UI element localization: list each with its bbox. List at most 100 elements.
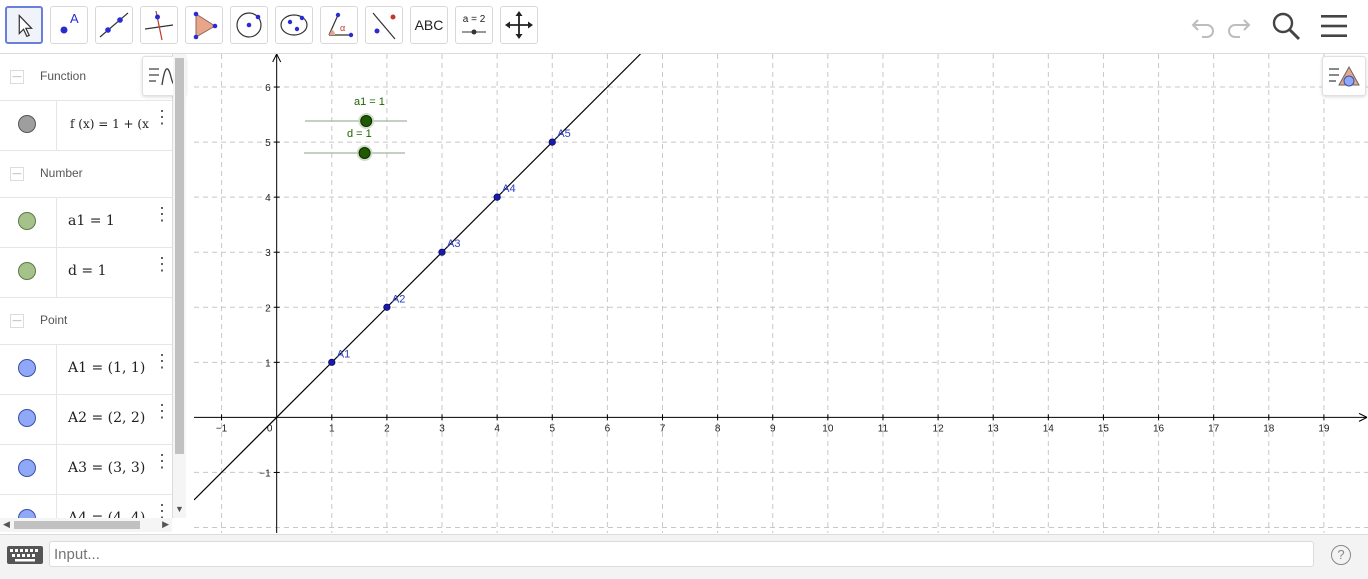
undo-button[interactable]: [1186, 6, 1220, 46]
text-icon: ABC: [414, 17, 444, 33]
hamburger-menu-icon: [1321, 15, 1347, 37]
x-tick-label: 8: [715, 423, 721, 434]
perpendicular-line-tool[interactable]: [140, 6, 178, 44]
algebra-horizontal-scrollbar[interactable]: ◀ ▶: [0, 518, 172, 532]
algebra-expression[interactable]: A1 = (1, 1): [68, 360, 145, 376]
collapse-icon[interactable]: —: [10, 314, 24, 328]
point-a1[interactable]: [328, 358, 336, 366]
marble-cell: [0, 495, 57, 518]
algebra-expression[interactable]: A2 = (2, 2): [68, 410, 145, 426]
category-number[interactable]: — Number: [0, 151, 172, 198]
slider-label: a1 = 1: [354, 96, 385, 108]
marble-cell: [0, 198, 57, 247]
redo-icon: [1228, 19, 1251, 38]
point-a4[interactable]: [493, 193, 501, 201]
algebra-expression[interactable]: a1 = 1: [68, 213, 115, 229]
more-options-icon[interactable]: ⋮: [153, 402, 171, 420]
algebra-expression[interactable]: d = 1: [68, 263, 107, 279]
slider-knob[interactable]: [360, 115, 373, 127]
marble-cell: [0, 445, 57, 494]
category-label: Point: [40, 313, 68, 327]
keyboard-button[interactable]: [6, 543, 44, 567]
algebra-item-point[interactable]: A4 = (4, 4) ⋮: [0, 495, 172, 518]
algebra-item-point[interactable]: A1 = (1, 1) ⋮: [0, 345, 172, 395]
point-label: A2: [392, 293, 405, 305]
input-field[interactable]: [49, 541, 1314, 567]
point-a3[interactable]: [438, 248, 446, 256]
algebra-item-number[interactable]: d = 1 ⋮: [0, 248, 172, 298]
angle-tool[interactable]: α: [320, 6, 358, 44]
redo-button[interactable]: [1222, 6, 1256, 46]
algebra-item-point[interactable]: A3 = (3, 3) ⋮: [0, 445, 172, 495]
point-a2[interactable]: [383, 303, 391, 311]
main-menu-button[interactable]: [1316, 6, 1352, 46]
more-options-icon[interactable]: ⋮: [153, 452, 171, 470]
graphics-style-bar-button[interactable]: [1322, 56, 1366, 96]
polygon-tool[interactable]: [185, 6, 223, 44]
function-line[interactable]: [194, 54, 641, 501]
graphics-view[interactable]: −1 0 1 2 3 4 5 6 7 8 9 10 11 12 13 14 15 16 17 18 19 −1 1 2 3 4 5 6…: [194, 54, 1368, 533]
category-point[interactable]: — Point: [0, 298, 172, 345]
algebra-vertical-scrollbar[interactable]: ▼: [173, 54, 186, 518]
x-tick-label: 4: [494, 423, 500, 434]
collapse-icon[interactable]: —: [10, 167, 24, 181]
circle-tool[interactable]: [230, 6, 268, 44]
algebra-view: — Function f (x) = 1 + (x − 1) ⋮ — Numbe…: [0, 54, 173, 518]
slider-knob[interactable]: [358, 147, 371, 159]
help-icon[interactable]: ?: [1331, 545, 1351, 565]
angle-icon: α: [328, 12, 354, 38]
move-tool[interactable]: [5, 6, 43, 44]
svg-text:A: A: [70, 11, 79, 26]
search-button[interactable]: [1268, 6, 1304, 46]
collapse-icon[interactable]: —: [10, 70, 24, 84]
point-a5[interactable]: [548, 138, 556, 146]
slider-icon: a = 2: [462, 14, 486, 35]
graphics-canvas[interactable]: −1 0 1 2 3 4 5 6 7 8 9 10 11 12 13 14 15 16 17 18 19−1123456…: [194, 54, 1368, 533]
visibility-marble-icon[interactable]: [18, 509, 36, 518]
input-bar: ?: [0, 534, 1368, 579]
point-tool[interactable]: A: [50, 6, 88, 44]
function-graph[interactable]: [194, 54, 641, 501]
visibility-marble-icon[interactable]: [18, 115, 36, 133]
x-tick-label: 0: [267, 423, 273, 434]
algebra-item-number[interactable]: a1 = 1 ⋮: [0, 198, 172, 248]
marble-cell: [0, 395, 57, 444]
marble-cell: [0, 101, 57, 150]
more-options-icon[interactable]: ⋮: [153, 502, 171, 518]
visibility-marble-icon[interactable]: [18, 262, 36, 280]
more-options-icon[interactable]: ⋮: [153, 205, 171, 223]
slider-tool[interactable]: a = 2: [455, 6, 493, 44]
scroll-left-arrow-icon[interactable]: ◀: [3, 519, 10, 530]
more-options-icon[interactable]: ⋮: [153, 255, 171, 273]
undo-icon: [1191, 19, 1214, 38]
graphics-style-icon: [1329, 65, 1360, 87]
scroll-right-arrow-icon[interactable]: ▶: [162, 519, 169, 530]
line-tool[interactable]: [95, 6, 133, 44]
visibility-marble-icon[interactable]: [18, 409, 36, 427]
marble-cell: [0, 248, 57, 297]
move-graphics-view-tool[interactable]: [500, 6, 538, 44]
scrollbar-thumb[interactable]: [175, 58, 184, 454]
algebra-expression[interactable]: A3 = (3, 3): [68, 460, 145, 476]
algebra-item-point[interactable]: A2 = (2, 2) ⋮: [0, 395, 172, 445]
visibility-marble-icon[interactable]: [18, 459, 36, 477]
visibility-marble-icon[interactable]: [18, 359, 36, 377]
conic-tool[interactable]: [275, 6, 313, 44]
algebra-expression[interactable]: A4 = (4, 4): [68, 510, 145, 518]
algebra-expression[interactable]: f (x) = 1 + (x − 1): [70, 117, 150, 131]
x-tick-label: 6: [605, 423, 611, 434]
scroll-down-arrow-icon[interactable]: ▼: [175, 504, 184, 514]
algebra-item-function[interactable]: f (x) = 1 + (x − 1) ⋮: [0, 101, 172, 151]
triangle-icon: [193, 11, 218, 40]
scrollbar-thumb[interactable]: [14, 521, 140, 529]
more-options-icon[interactable]: ⋮: [153, 108, 171, 126]
x-tick-label: 12: [933, 423, 945, 434]
text-tool[interactable]: ABC: [410, 6, 448, 44]
y-tick-label: 6: [265, 83, 271, 94]
more-options-icon[interactable]: ⋮: [153, 352, 171, 370]
x-tick-label: 11: [878, 423, 889, 434]
visibility-marble-icon[interactable]: [18, 212, 36, 230]
y-tick-label: 4: [265, 193, 271, 204]
reflect-tool[interactable]: [365, 6, 403, 44]
sliders[interactable]: a1 = 1 d = 1: [304, 96, 407, 161]
